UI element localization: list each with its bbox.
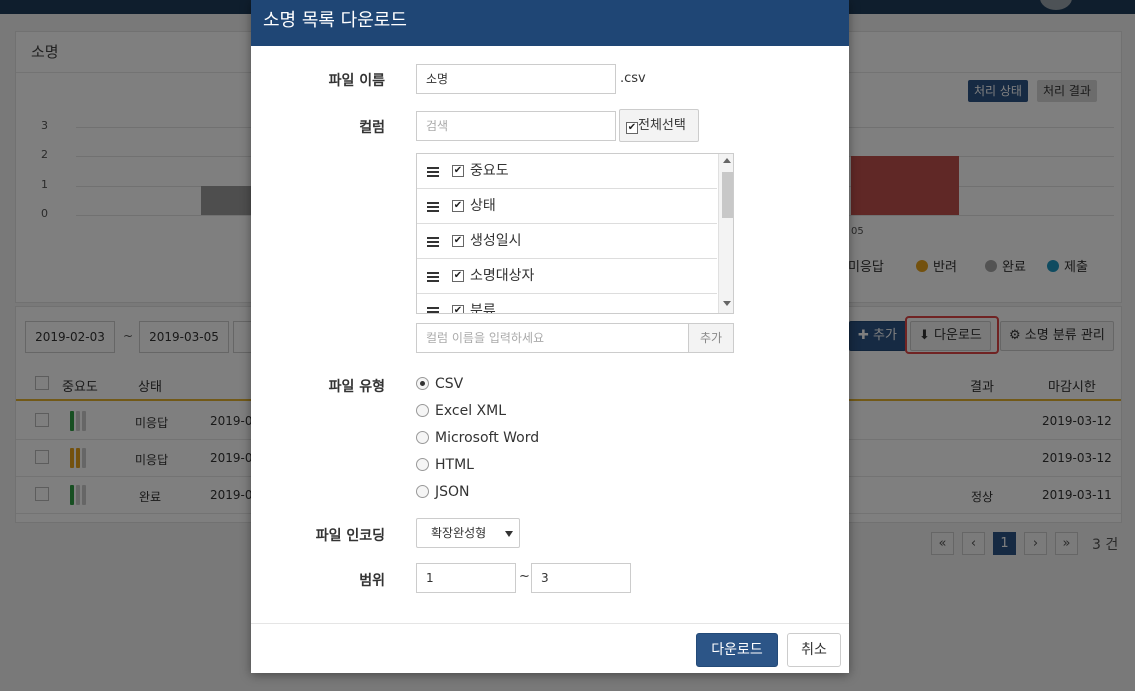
filetype-option-csv[interactable]: CSV [416,376,463,392]
drag-handle-icon[interactable] [427,237,439,247]
column-name: 소명대상자 [470,268,535,284]
filename-label: 파일 이름 [328,73,385,89]
scroll-thumb[interactable] [722,172,733,218]
column-checkbox[interactable]: ✔ [452,165,464,177]
scroll-up-icon[interactable] [723,158,731,163]
drag-handle-icon[interactable] [427,202,439,212]
radio-button[interactable] [416,404,429,417]
select-all-label: 전체선택 [638,118,686,133]
range-from-input[interactable]: 1 [416,563,516,593]
list-item[interactable]: ✔ 생성일시 [417,224,717,259]
column-checkbox[interactable]: ✔ [452,270,464,282]
column-label: 컬럼 [359,120,385,136]
filename-input[interactable]: 소명 [416,64,616,94]
column-name: 분류 [470,303,496,314]
encoding-value: 확장완성형 [431,526,487,540]
filetype-option-word[interactable]: Microsoft Word [416,430,539,446]
encoding-label: 파일 인코딩 [315,528,385,544]
column-checkbox[interactable]: ✔ [452,235,464,247]
list-item[interactable]: ✔ 중요도 [417,154,717,189]
range-separator: ~ [519,569,530,584]
filetype-option-label: JSON [435,484,470,500]
column-checkbox[interactable]: ✔ [452,305,464,313]
select-all-checkbox[interactable]: ✔ [626,122,638,134]
radio-button[interactable] [416,431,429,444]
column-name: 생성일시 [470,233,522,249]
range-to-input[interactable]: 3 [531,563,631,593]
radio-button[interactable] [416,377,429,390]
select-all-columns-button[interactable]: ✔ 전체선택 [619,109,699,142]
filetype-option-label: Excel XML [435,403,507,419]
cancel-button[interactable]: 취소 [787,633,841,667]
range-label: 범위 [359,573,385,589]
modal-footer: 다운로드 취소 [251,623,849,673]
drag-handle-icon[interactable] [427,167,439,177]
filename-extension: .csv [620,71,646,86]
drag-handle-icon[interactable] [427,272,439,282]
filetype-label: 파일 유형 [328,379,385,395]
filetype-option-label: Microsoft Word [435,430,540,446]
add-column-button[interactable]: 추가 [688,323,734,353]
download-modal: 소명 목록 다운로드 파일 이름 소명 .csv 컬럼 검색 ✔ 전체선택 ✔ 중요… [251,0,849,673]
radio-button[interactable] [416,485,429,498]
modal-title: 소명 목록 다운로드 [251,0,849,46]
filetype-option-label: HTML [435,457,474,473]
column-list[interactable]: ✔ 중요도 ✔ 상태 ✔ 생성일시 ✔ 소명대상자 ✔ 분류 [416,153,734,314]
column-list-scrollbar[interactable] [718,154,733,313]
column-search-input[interactable]: 검색 [416,111,616,141]
list-item[interactable]: ✔ 분류 [417,294,717,314]
column-name: 중요도 [470,163,509,179]
drag-handle-icon[interactable] [427,307,439,313]
download-submit-button[interactable]: 다운로드 [696,633,778,667]
filetype-option-excel-xml[interactable]: Excel XML [416,403,506,419]
filetype-option-label: CSV [435,376,464,392]
list-item[interactable]: ✔ 소명대상자 [417,259,717,294]
scroll-down-icon[interactable] [723,301,731,306]
filetype-option-html[interactable]: HTML [416,457,474,473]
filetype-option-json[interactable]: JSON [416,484,470,500]
encoding-select[interactable]: 확장완성형 [416,518,520,548]
column-checkbox[interactable]: ✔ [452,200,464,212]
new-column-input[interactable]: 컬럼 이름을 입력하세요 [416,323,689,353]
column-name: 상태 [470,198,496,214]
chevron-down-icon [505,531,513,537]
list-item[interactable]: ✔ 상태 [417,189,717,224]
radio-button[interactable] [416,458,429,471]
